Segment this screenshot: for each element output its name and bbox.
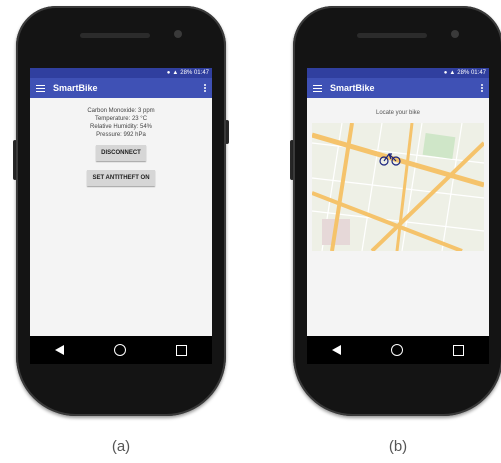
hamburger-icon[interactable] bbox=[313, 84, 322, 92]
front-camera bbox=[451, 30, 459, 38]
location-icon: ● bbox=[443, 70, 448, 76]
caption-b: (b) bbox=[388, 438, 408, 455]
sensor-panel: Carbon Monoxide: 3 ppm Temperature: 23 °… bbox=[30, 98, 212, 186]
caption-a: (a) bbox=[111, 438, 131, 455]
back-icon[interactable] bbox=[332, 345, 341, 355]
location-icon: ● bbox=[166, 70, 171, 76]
front-camera bbox=[174, 30, 182, 38]
speaker-grille bbox=[80, 33, 150, 38]
reading-temperature: Temperature: 23 °C bbox=[94, 116, 148, 122]
locate-label: Locate your bike bbox=[375, 110, 421, 116]
disconnect-button[interactable]: DISCONNECT bbox=[96, 145, 146, 161]
app-title: SmartBike bbox=[330, 83, 375, 93]
phone-b: ● ▲ 28% 01:47 SmartBike Locate your bike bbox=[287, 0, 501, 420]
speaker-grille bbox=[357, 33, 427, 38]
wifi-icon: ▲ bbox=[449, 70, 456, 76]
nav-bar bbox=[30, 336, 212, 364]
bike-map[interactable] bbox=[312, 123, 484, 251]
screen: ● ▲ 28% 01:47 SmartBike Carbon Monoxide:… bbox=[30, 68, 212, 364]
app-title: SmartBike bbox=[53, 83, 98, 93]
set-antitheft-button[interactable]: SET ANTITHEFT ON bbox=[87, 170, 155, 186]
reading-co: Carbon Monoxide: 3 ppm bbox=[87, 108, 155, 114]
home-icon[interactable] bbox=[114, 344, 126, 356]
recents-icon[interactable] bbox=[453, 344, 464, 356]
nav-bar bbox=[307, 336, 489, 364]
reading-humidity: Relative Humidity: 54% bbox=[89, 124, 153, 130]
home-icon[interactable] bbox=[391, 344, 403, 356]
park-area bbox=[422, 133, 456, 159]
status-bar: ● ▲ 28% 01:47 bbox=[307, 68, 489, 78]
app-bar: SmartBike bbox=[30, 78, 212, 98]
status-text: 28% 01:47 bbox=[457, 70, 486, 76]
wifi-icon: ▲ bbox=[172, 70, 179, 76]
status-bar: ● ▲ 28% 01:47 bbox=[30, 68, 212, 78]
back-icon[interactable] bbox=[55, 345, 64, 355]
recents-icon[interactable] bbox=[176, 344, 187, 356]
status-text: 28% 01:47 bbox=[180, 70, 209, 76]
reading-pressure: Pressure: 992 hPa bbox=[96, 132, 146, 138]
screen: ● ▲ 28% 01:47 SmartBike Locate your bike bbox=[307, 68, 489, 364]
phone-a: ● ▲ 28% 01:47 SmartBike Carbon Monoxide:… bbox=[10, 0, 232, 420]
more-vert-icon[interactable] bbox=[204, 84, 206, 92]
hamburger-icon[interactable] bbox=[36, 84, 45, 92]
app-bar: SmartBike bbox=[307, 78, 489, 98]
more-vert-icon[interactable] bbox=[481, 84, 483, 92]
